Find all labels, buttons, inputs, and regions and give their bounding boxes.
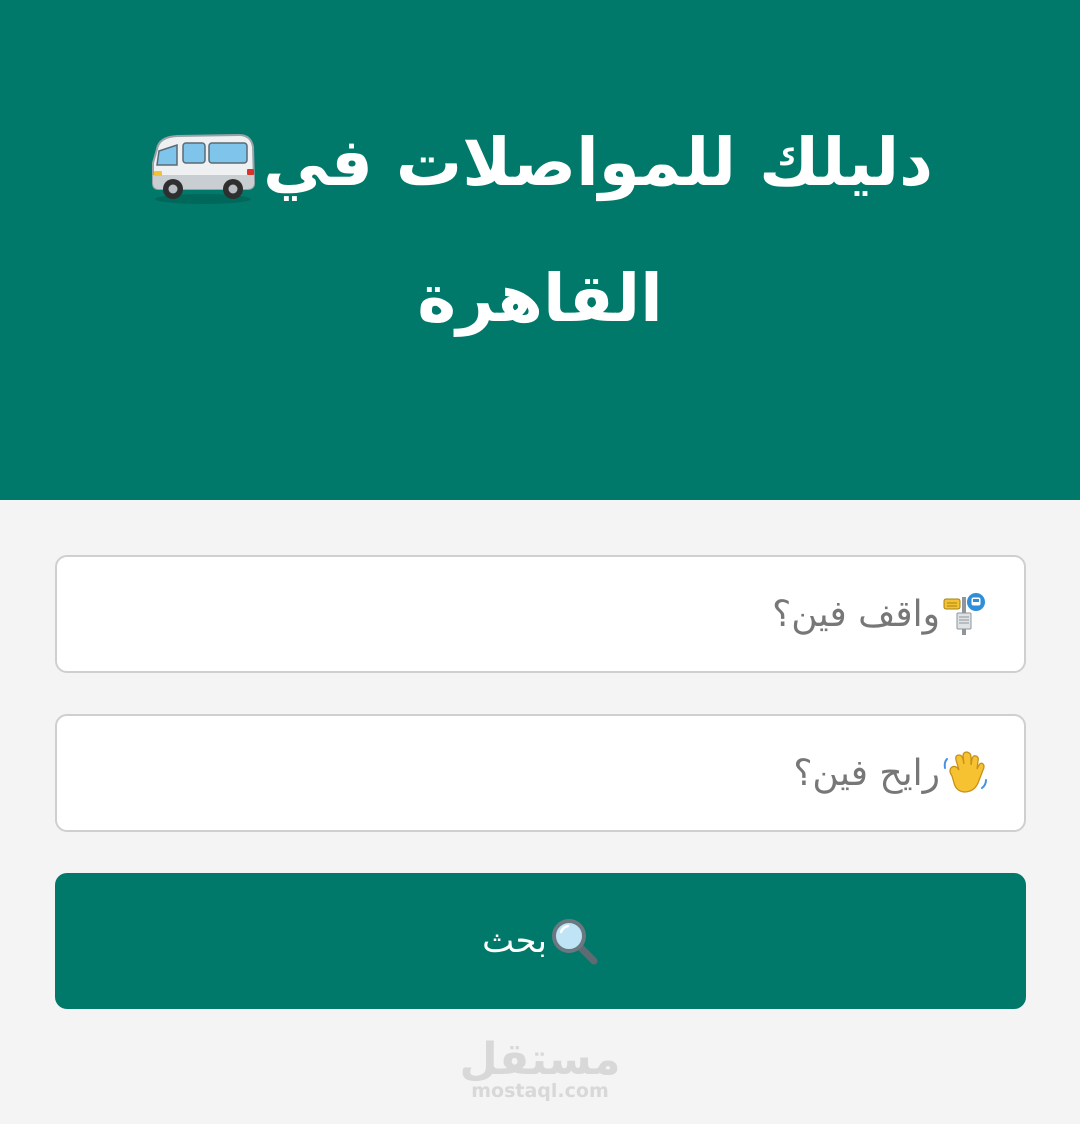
app-header: دليلك للمواصلات في القاهرة — [0, 0, 1080, 500]
watermark-logo: مستقل mostaql.com — [440, 1034, 640, 1103]
title-line-2: القاهرة — [417, 260, 663, 337]
magnifying-glass-icon — [551, 919, 598, 965]
origin-field[interactable]: واقف فين؟ — [55, 555, 1026, 673]
origin-placeholder: واقف فين؟ — [772, 593, 940, 635]
title-text-line-1: دليلك للمواصلات في — [262, 124, 934, 201]
origin-field-content: واقف فين؟ — [772, 557, 988, 671]
minibus-icon — [151, 133, 255, 204]
waving-hand-icon — [943, 751, 987, 793]
page-title: دليلك للمواصلات في القاهرة — [90, 95, 990, 367]
title-line-1: دليلك للمواصلات في — [90, 95, 990, 231]
destination-placeholder: رايح فين؟ — [793, 752, 940, 794]
search-button[interactable]: بحث — [55, 873, 1026, 1009]
search-button-label: بحث — [482, 921, 547, 961]
watermark-arabic: مستقل — [459, 1034, 621, 1085]
destination-field[interactable]: رايح فين؟ — [55, 714, 1026, 832]
bus-stop-icon — [943, 593, 985, 635]
destination-field-content: رايح فين؟ — [793, 716, 988, 830]
